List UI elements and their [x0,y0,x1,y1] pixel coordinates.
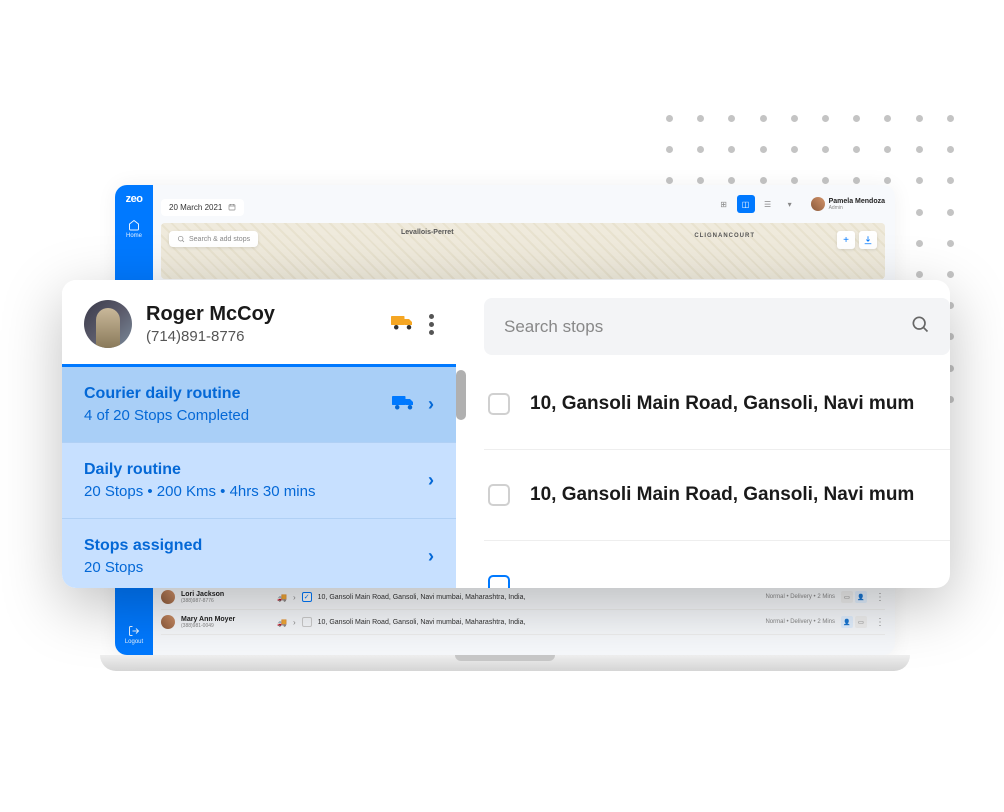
truck-icon: 🚚 [277,593,287,602]
calendar-icon [228,203,236,211]
action-note[interactable]: ▭ [841,591,853,603]
stop-meta: Normal • Delivery • 2 Mins [765,594,835,600]
search-placeholder: Search stops [504,317,910,337]
action-person[interactable]: 👤 [841,616,853,628]
route-subtitle: 20 Stops • 200 Kms • 4hrs 30 mins [84,483,416,500]
logout-icon [128,625,140,637]
avatar [161,615,175,629]
more-icon[interactable]: ⋮ [875,617,885,628]
back-header-right: ⊞ ◫ ☰ ▾ Pamela Mendoza Admin [715,195,885,213]
chevron-right-icon: › [428,470,434,491]
user-menu[interactable]: Pamela Mendoza Admin [811,197,885,211]
view-btn-1[interactable]: ⊞ [715,195,733,213]
driver-name: Lori Jackson [181,591,224,598]
sidebar-home-label: Home [126,233,142,239]
stop-row[interactable] [484,541,950,588]
map-import-button[interactable] [859,231,877,249]
stop-checkbox[interactable] [488,575,510,588]
action-note[interactable]: ▭ [855,616,867,628]
avatar [161,590,175,604]
driver-detail-card: Roger McCoy (714)891-8776 Courier daily … [62,280,950,588]
sidebar-logout-label: Logout [125,639,143,645]
stops-list: 10, Gansoli Main Road, Gansoli, Navi mum… [484,359,950,588]
chevron-right-icon: › [293,618,296,627]
view-btn-3[interactable]: ☰ [759,195,777,213]
map-label-1: Levallois-Perret [401,229,454,236]
truck-icon [392,393,416,416]
user-avatar [811,197,825,211]
view-btn-4[interactable]: ▾ [781,195,799,213]
date-text: 20 March 2021 [169,203,222,212]
stop-checkbox[interactable] [488,393,510,415]
route-title: Courier daily routine [84,385,380,403]
driver-header: Roger McCoy (714)891-8776 [62,280,456,364]
route-subtitle: 20 Stops [84,559,416,576]
checkbox[interactable] [302,617,312,627]
route-title: Daily routine [84,461,416,479]
back-driver-list: Lori Jackson (388)987-8776 🚚 › ✓ 10, Gan… [161,585,885,635]
route-item-courier[interactable]: Courier daily routine 4 of 20 Stops Comp… [62,367,456,443]
route-subtitle: 4 of 20 Stops Completed [84,407,380,424]
truck-icon [391,313,415,336]
map-search[interactable]: Search & add stops [169,231,258,247]
stop-address: 10, Gansoli Main Road, Gansoli, Navi mum [530,484,914,506]
driver-phone-number: (714)891-8776 [146,328,377,345]
stop-row[interactable]: 10, Gansoli Main Road, Gansoli, Navi mum [484,450,950,541]
user-role: Admin [829,205,885,211]
truck-icon: 🚚 [277,618,287,627]
chevron-right-icon: › [428,546,434,567]
logo: zeo [126,193,143,205]
stop-row[interactable]: 10, Gansoli Main Road, Gansoli, Navi mum [484,359,950,450]
laptop-base [100,655,910,671]
chevron-right-icon: › [293,593,296,602]
driver-name: Mary Ann Moyer [181,616,235,623]
chevron-right-icon: › [428,394,434,415]
route-title: Stops assigned [84,537,416,555]
routes-list: Courier daily routine 4 of 20 Stops Comp… [62,364,456,588]
route-item-assigned[interactable]: Stops assigned 20 Stops › [62,519,456,588]
date-picker[interactable]: 20 March 2021 [161,199,244,216]
driver-panel: Roger McCoy (714)891-8776 Courier daily … [62,280,456,588]
checkbox[interactable]: ✓ [302,592,312,602]
user-name: Pamela Mendoza [829,198,885,205]
home-icon [128,219,140,231]
map-search-placeholder: Search & add stops [189,236,250,243]
map-label-2: CLIGNANCOURT [694,233,755,239]
back-list-row[interactable]: Mary Ann Moyer (388)981-0049 🚚 › 10, Gan… [161,610,885,635]
scrollbar-thumb[interactable] [456,370,466,420]
driver-avatar [84,300,132,348]
sidebar-item-home[interactable]: Home [126,219,142,239]
search-icon [910,314,930,339]
view-btn-2[interactable]: ◫ [737,195,755,213]
driver-phone: (388)981-0049 [181,623,235,629]
driver-phone: (388)987-8776 [181,598,224,604]
more-options-button[interactable] [429,314,434,335]
action-person[interactable]: 👤 [855,591,867,603]
back-list-row[interactable]: Lori Jackson (388)987-8776 🚚 › ✓ 10, Gan… [161,585,885,610]
search-icon [177,235,185,243]
sidebar-item-logout[interactable]: Logout [115,625,153,645]
route-item-daily[interactable]: Daily routine 20 Stops • 200 Kms • 4hrs … [62,443,456,519]
driver-name-title: Roger McCoy [146,303,377,326]
stops-panel: Search stops 10, Gansoli Main Road, Gans… [456,280,950,588]
stop-address: 10, Gansoli Main Road, Gansoli, Navi mum [530,393,914,415]
stop-meta: Normal • Delivery • 2 Mins [765,619,835,625]
map-add-button[interactable]: + [837,231,855,249]
address: 10, Gansoli Main Road, Gansoli, Navi mum… [318,619,760,626]
map[interactable]: Levallois-Perret CLIGNANCOURT Search & a… [161,223,885,279]
import-icon [863,235,873,245]
stop-checkbox[interactable] [488,484,510,506]
more-icon[interactable]: ⋮ [875,592,885,603]
search-stops-input[interactable]: Search stops [484,298,950,355]
address: 10, Gansoli Main Road, Gansoli, Navi mum… [318,594,760,601]
